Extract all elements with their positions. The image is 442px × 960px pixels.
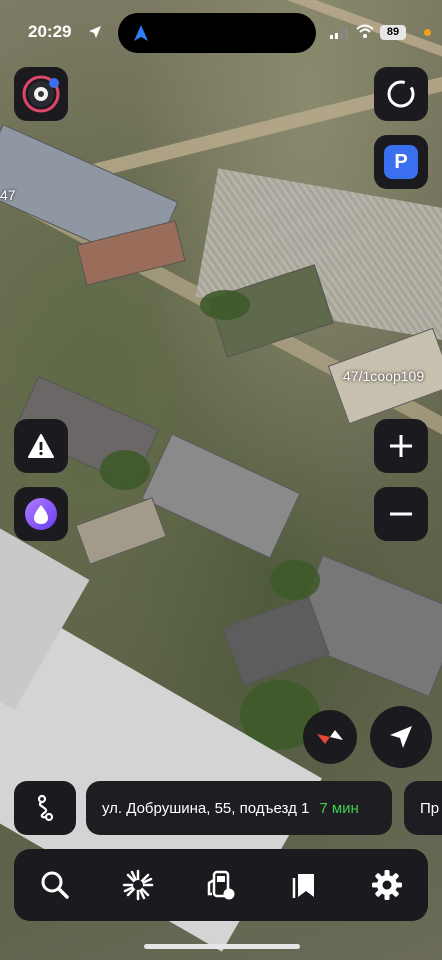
fuel-icon: [207, 870, 235, 900]
status-bar: 20:29 89: [0, 0, 442, 62]
compass-button[interactable]: [303, 710, 357, 764]
profile-button[interactable]: [14, 67, 68, 121]
battery-indicator: 89: [380, 25, 406, 40]
parking-button[interactable]: P: [374, 135, 428, 189]
alice-icon: [25, 498, 57, 530]
zoom-in-button[interactable]: [374, 419, 428, 473]
layers-icon: [387, 80, 415, 108]
cellular-signal-icon: [330, 27, 348, 39]
warning-icon: [28, 434, 54, 458]
road-event-button[interactable]: [14, 419, 68, 473]
minus-icon: [390, 512, 412, 516]
dynamic-island[interactable]: [118, 13, 316, 53]
avatar-icon: [22, 75, 60, 113]
gear-icon: [371, 870, 402, 900]
search-icon: [41, 871, 70, 899]
status-time: 20:29: [28, 22, 72, 41]
next-suggestion-text: Пр: [420, 799, 440, 817]
route-options-button[interactable]: [14, 781, 76, 835]
destination-address: ул. Добрушина, 55, подъезд 1: [102, 799, 310, 817]
bottom-tab-bar: [14, 849, 428, 921]
alice-assistant-button[interactable]: [14, 487, 68, 541]
home-indicator[interactable]: [144, 944, 300, 949]
parking-label: P: [394, 150, 408, 173]
tab-fuel[interactable]: [196, 860, 246, 910]
my-location-button[interactable]: [370, 706, 432, 768]
tab-discover[interactable]: [113, 860, 163, 910]
parking-icon: P: [384, 145, 418, 179]
tab-search[interactable]: [30, 860, 80, 910]
bookmark-icon: [292, 874, 314, 898]
map-label-building: 47: [0, 187, 16, 203]
sparkle-icon: [122, 869, 154, 901]
plus-icon: [390, 435, 412, 457]
next-suggestion-card[interactable]: Пр: [404, 781, 442, 835]
zoom-out-button[interactable]: [374, 487, 428, 541]
privacy-dot: [424, 29, 431, 36]
navigation-arrow-icon: [134, 25, 148, 41]
map-label-address: 47/1соор109: [343, 368, 425, 384]
tab-settings[interactable]: [362, 860, 412, 910]
eta-time: 7 мин: [319, 799, 359, 817]
location-arrow-icon: [390, 726, 412, 748]
layers-button[interactable]: [374, 67, 428, 121]
location-arrow-icon: [89, 26, 101, 38]
route-suggestion-card[interactable]: ул. Добрушина, 55, подъезд 1 7 мин: [86, 781, 392, 835]
wifi-icon: [356, 24, 374, 38]
tab-bookmarks[interactable]: [279, 860, 329, 910]
route-icon: [37, 794, 54, 822]
compass-icon: [317, 730, 343, 744]
